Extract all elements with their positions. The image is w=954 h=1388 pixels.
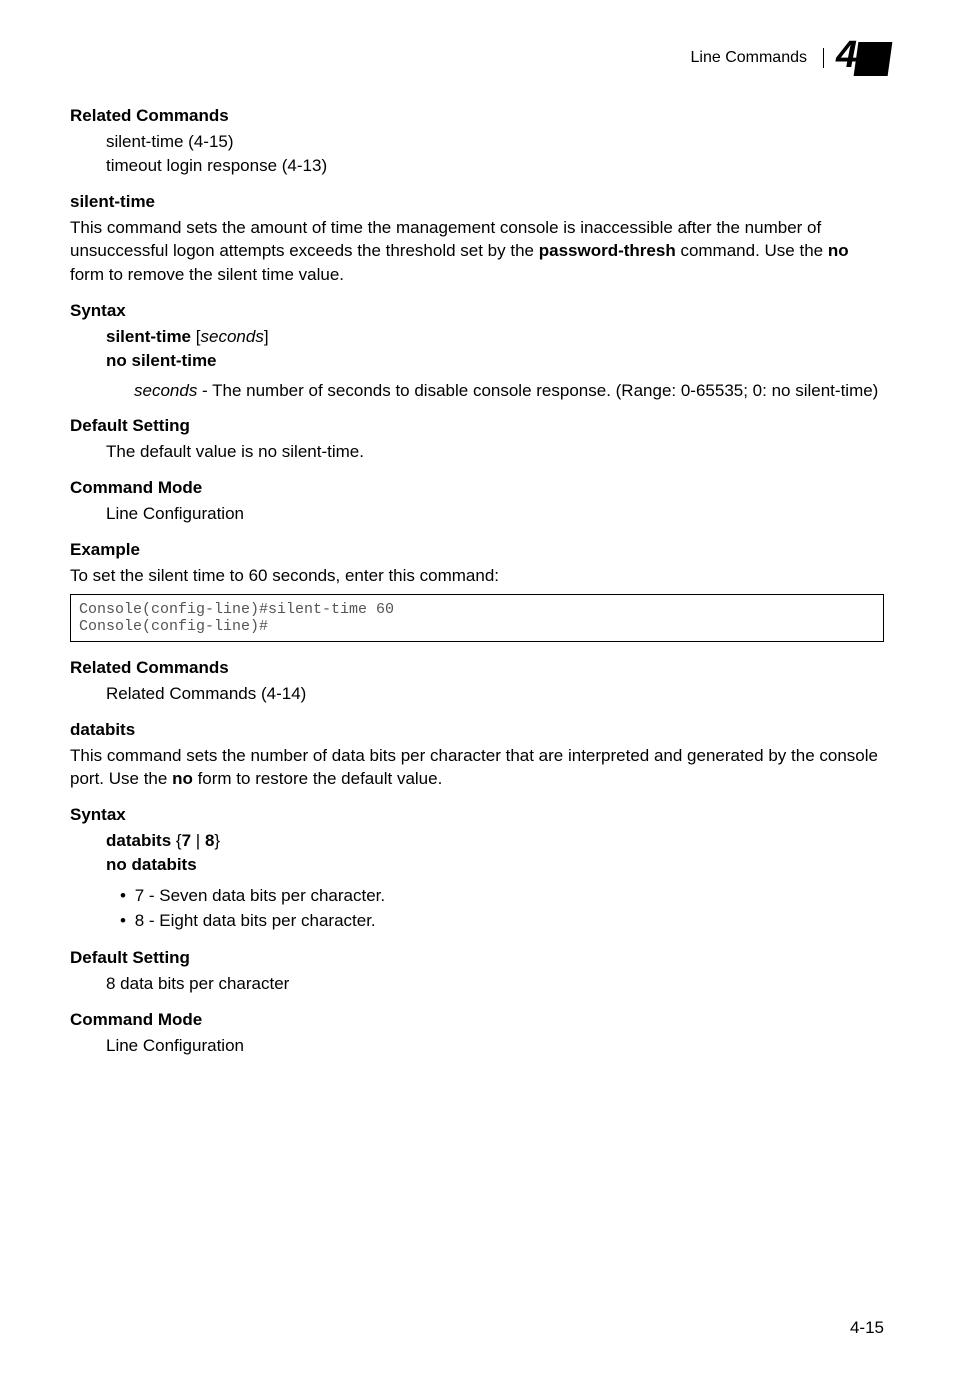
default-setting-heading: Default Setting <box>70 416 884 436</box>
syntax-heading: Syntax <box>70 301 884 321</box>
list-item: 8 - Eight data bits per character. <box>120 908 884 934</box>
default-setting-heading: Default Setting <box>70 948 884 968</box>
related-commands-heading: Related Commands <box>70 106 884 126</box>
example-heading: Example <box>70 540 884 560</box>
syntax-arg: seconds <box>201 327 264 346</box>
related-commands-heading: Related Commands <box>70 658 884 678</box>
syntax-heading: Syntax <box>70 805 884 825</box>
syntax-description: seconds - The number of seconds to disab… <box>106 379 884 403</box>
page-header: Line Commands 4 <box>70 40 884 76</box>
list-item: 7 - Seven data bits per character. <box>120 883 884 909</box>
chapter-number-icon: 4 <box>836 40 884 76</box>
databits-heading: databits <box>70 720 884 740</box>
command-mode-heading: Command Mode <box>70 478 884 498</box>
page-number: 4-15 <box>850 1318 884 1338</box>
syntax-block: databits {7 | 8} no databits <box>70 829 884 877</box>
example-text: To set the silent time to 60 seconds, en… <box>70 564 884 588</box>
related-commands-body: Related Commands (4-14) <box>70 682 884 706</box>
silent-time-description: This command sets the amount of time the… <box>70 216 884 287</box>
command-mode-text: Line Configuration <box>70 502 884 526</box>
header-section-title: Line Commands <box>691 49 808 67</box>
header-divider <box>823 48 824 68</box>
syntax-bullet-list: 7 - Seven data bits per character. 8 - E… <box>70 883 884 934</box>
syntax-command: databits <box>106 831 171 850</box>
syntax-block: silent-time [seconds] no silent-time sec… <box>70 325 884 402</box>
syntax-command: no databits <box>106 853 884 877</box>
code-example: Console(config-line)#silent-time 60 Cons… <box>70 594 884 642</box>
databits-description: This command sets the number of data bit… <box>70 744 884 792</box>
default-setting-text: The default value is no silent-time. <box>70 440 884 464</box>
related-commands-body: silent-time (4-15) timeout login respons… <box>70 130 884 178</box>
related-command-item: timeout login response (4-13) <box>106 154 884 178</box>
command-mode-text: Line Configuration <box>70 1034 884 1058</box>
command-mode-heading: Command Mode <box>70 1010 884 1030</box>
related-command-item: silent-time (4-15) <box>106 130 884 154</box>
silent-time-heading: silent-time <box>70 192 884 212</box>
syntax-command: silent-time <box>106 327 191 346</box>
default-setting-text: 8 data bits per character <box>70 972 884 996</box>
syntax-command: no silent-time <box>106 349 884 373</box>
